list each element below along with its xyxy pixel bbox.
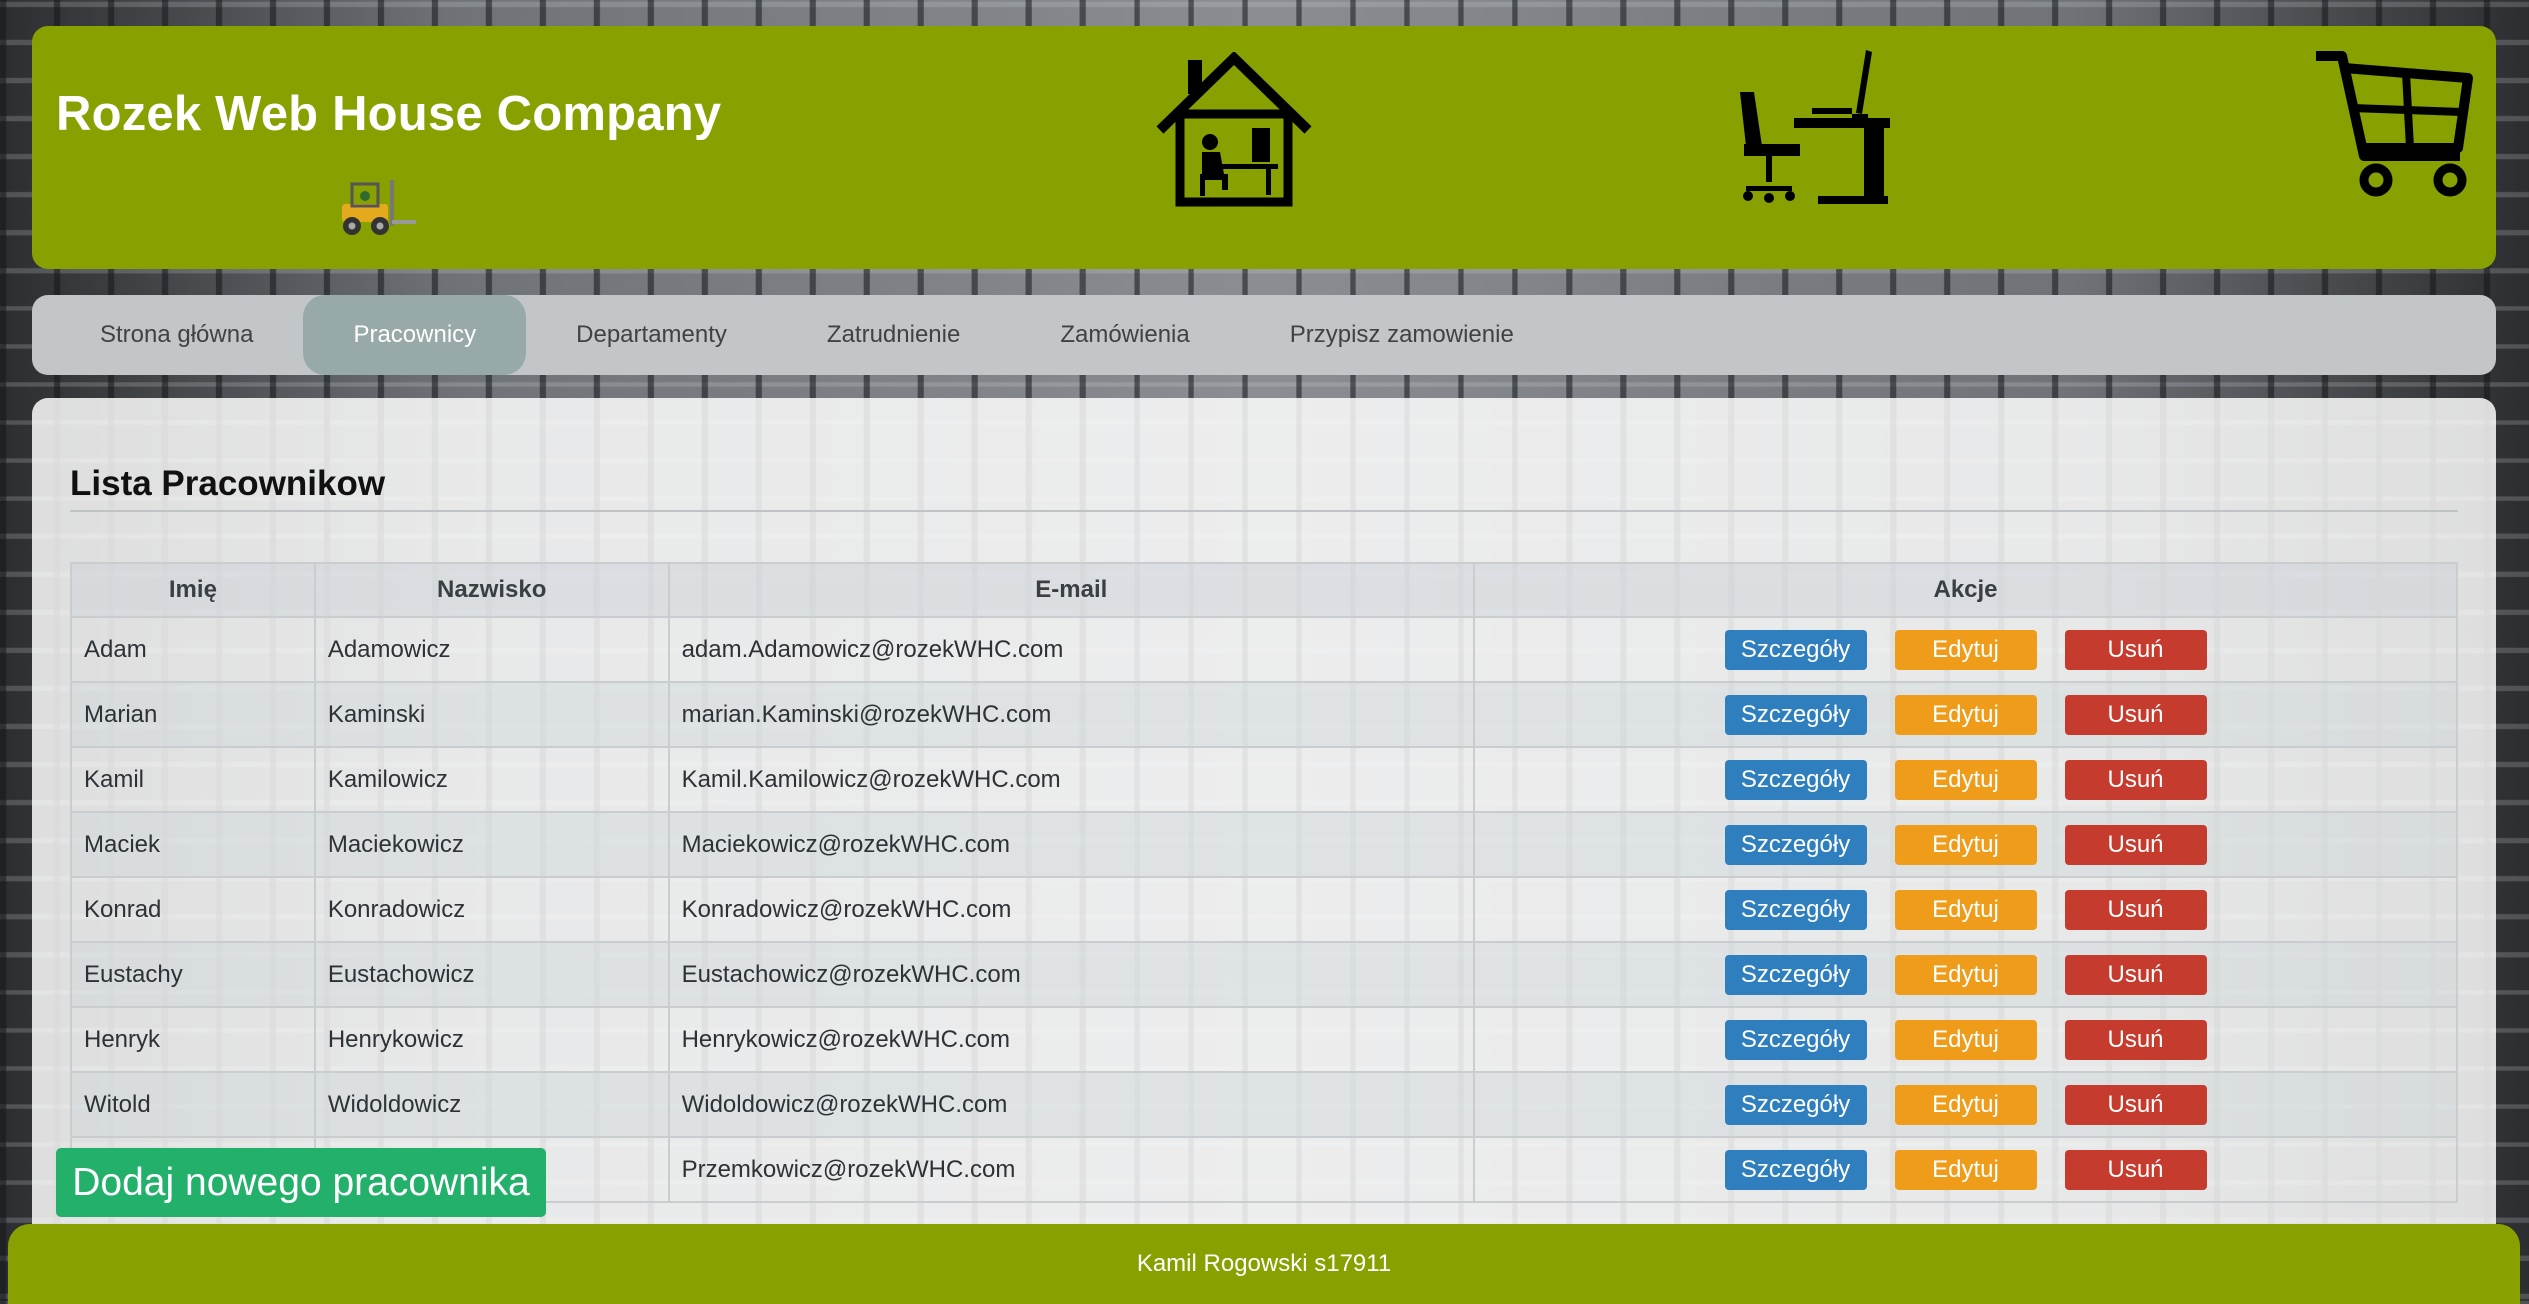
first-name-cell: Konrad [70, 876, 316, 943]
details-button[interactable]: Szczegóły [1724, 1149, 1867, 1190]
first-name-cell: Adam [70, 616, 316, 683]
details-button[interactable]: Szczegóły [1724, 629, 1867, 670]
email-cell: Kamil.Kamilowicz@rozekWHC.com [667, 746, 1476, 813]
first-name-cell: Kamil [70, 746, 316, 813]
last-name-cell: Eustachowicz [313, 941, 670, 1008]
actions-cell: Szczegóły Edytuj Usuń [1473, 941, 2458, 1008]
edit-button[interactable]: Edytuj [1894, 1019, 2037, 1060]
first-name-cell: Maciek [70, 811, 316, 878]
add-employee-button[interactable]: Dodaj nowego pracownika [56, 1148, 546, 1217]
email-cell: Konradowicz@rozekWHC.com [667, 876, 1476, 943]
first-name-cell: Eustachy [70, 941, 316, 1008]
edit-button[interactable]: Edytuj [1894, 954, 2037, 995]
details-button[interactable]: Szczegóły [1724, 1019, 1867, 1060]
last-name-cell: Adamowicz [313, 616, 670, 683]
last-name-cell: Widoldowicz [313, 1071, 670, 1138]
edit-button[interactable]: Edytuj [1894, 694, 2037, 735]
last-name-cell: Kamilowicz [313, 746, 670, 813]
site-header: Rozek Web House Company [32, 26, 2496, 269]
table-row: Witold Widoldowicz Widoldowicz@rozekWHC.co… [70, 1071, 2458, 1138]
table-row: Marian Kaminski marian.Kaminski@rozekWHC.c… [70, 681, 2458, 748]
delete-button[interactable]: Usuń [2064, 1019, 2207, 1060]
actions-cell: Szczegóły Edytuj Usuń [1473, 616, 2458, 683]
home-office-icon [1156, 52, 1312, 207]
office-desk-icon [1740, 50, 1890, 204]
last-name-cell: Konradowicz [313, 876, 670, 943]
shopping-cart-icon [2316, 51, 2473, 197]
delete-button[interactable]: Usuń [2064, 629, 2207, 670]
site-footer: Kamil Rogowski s17911 [8, 1224, 2520, 1304]
details-button[interactable]: Szczegóły [1724, 889, 1867, 930]
first-name-cell: Henryk [70, 1006, 316, 1073]
nav-item-employment[interactable]: Zatrudnienie [777, 295, 1010, 375]
table-row: Kamil Kamilowicz Kamil.Kamilowicz@rozekWHC… [70, 746, 2458, 813]
actions-cell: Szczegóły Edytuj Usuń [1473, 681, 2458, 748]
delete-button[interactable]: Usuń [2064, 954, 2207, 995]
delete-button[interactable]: Usuń [2064, 1149, 2207, 1190]
details-button[interactable]: Szczegóły [1724, 759, 1867, 800]
edit-button[interactable]: Edytuj [1894, 1084, 2037, 1125]
actions-cell: Szczegóły Edytuj Usuń [1473, 876, 2458, 943]
email-cell: Henrykowicz@rozekWHC.com [667, 1006, 1476, 1073]
delete-button[interactable]: Usuń [2064, 694, 2207, 735]
table-row: Eustachy Eustachowicz Eustachowicz@rozekWH… [70, 941, 2458, 1008]
actions-cell: Szczegóły Edytuj Usuń [1473, 1006, 2458, 1073]
edit-button[interactable]: Edytuj [1894, 889, 2037, 930]
column-header-email: E-mail [667, 562, 1476, 618]
email-cell: Eustachowicz@rozekWHC.com [667, 941, 1476, 1008]
table-row: Konrad Konradowicz Konradowicz@rozekWHC.co… [70, 876, 2458, 943]
last-name-cell: Henrykowicz [313, 1006, 670, 1073]
email-cell: Widoldowicz@rozekWHC.com [667, 1071, 1476, 1138]
nav-item-home[interactable]: Strona główna [50, 295, 303, 375]
actions-cell: Szczegóły Edytuj Usuń [1473, 811, 2458, 878]
main-nav: Strona główna Pracownicy Departamenty Za… [32, 295, 2496, 375]
actions-cell: Szczegóły Edytuj Usuń [1473, 746, 2458, 813]
edit-button[interactable]: Edytuj [1894, 1149, 2037, 1190]
table-header-row: Imię Nazwisko E-mail Akcje [70, 562, 2458, 618]
table-row: Maciek Maciekowicz Maciekowicz@rozekWHC.co… [70, 811, 2458, 878]
edit-button[interactable]: Edytuj [1894, 759, 2037, 800]
email-cell: Przemkowicz@rozekWHC.com [667, 1136, 1476, 1203]
table-row: Henryk Henrykowicz Henrykowicz@rozekWHC.co… [70, 1006, 2458, 1073]
actions-cell: Szczegóły Edytuj Usuń [1473, 1071, 2458, 1138]
forklift-icon [342, 180, 416, 235]
actions-cell: Szczegóły Edytuj Usuń [1473, 1136, 2458, 1203]
footer-text: Kamil Rogowski s17911 [1136, 1250, 1392, 1277]
delete-button[interactable]: Usuń [2064, 889, 2207, 930]
first-name-cell: Marian [70, 681, 316, 748]
column-header-first-name: Imię [70, 562, 316, 618]
nav-item-departments[interactable]: Departamenty [526, 295, 777, 375]
nav-item-orders[interactable]: Zamówienia [1010, 295, 1239, 375]
employees-table-body: Adam Adamowicz adam.Adamowicz@rozekWHC.com… [70, 616, 2458, 1203]
delete-button[interactable]: Usuń [2064, 1084, 2207, 1125]
details-button[interactable]: Szczegóły [1724, 954, 1867, 995]
last-name-cell: Maciekowicz [313, 811, 670, 878]
edit-button[interactable]: Edytuj [1894, 824, 2037, 865]
title-divider [70, 510, 2458, 512]
table-row: Adam Adamowicz adam.Adamowicz@rozekWHC.com… [70, 616, 2458, 683]
column-header-actions: Akcje [1473, 562, 2458, 618]
details-button[interactable]: Szczegóły [1724, 1084, 1867, 1125]
details-button[interactable]: Szczegóły [1724, 694, 1867, 735]
email-cell: Maciekowicz@rozekWHC.com [667, 811, 1476, 878]
employees-table: Imię Nazwisko E-mail Akcje Adam Adamowicz… [70, 562, 2458, 1203]
nav-item-employees[interactable]: Pracownicy [303, 295, 527, 375]
delete-button[interactable]: Usuń [2064, 824, 2207, 865]
first-name-cell: Witold [70, 1071, 316, 1138]
edit-button[interactable]: Edytuj [1894, 629, 2037, 670]
delete-button[interactable]: Usuń [2064, 759, 2207, 800]
page-title: Lista Pracownikow [70, 464, 386, 503]
email-cell: marian.Kaminski@rozekWHC.com [667, 681, 1476, 748]
nav-item-assign-order[interactable]: Przypisz zamowienie [1240, 295, 1564, 375]
company-name: Rozek Web House Company [56, 87, 722, 141]
last-name-cell: Kaminski [313, 681, 670, 748]
column-header-last-name: Nazwisko [313, 562, 670, 618]
details-button[interactable]: Szczegóły [1724, 824, 1867, 865]
email-cell: adam.Adamowicz@rozekWHC.com [667, 616, 1476, 683]
